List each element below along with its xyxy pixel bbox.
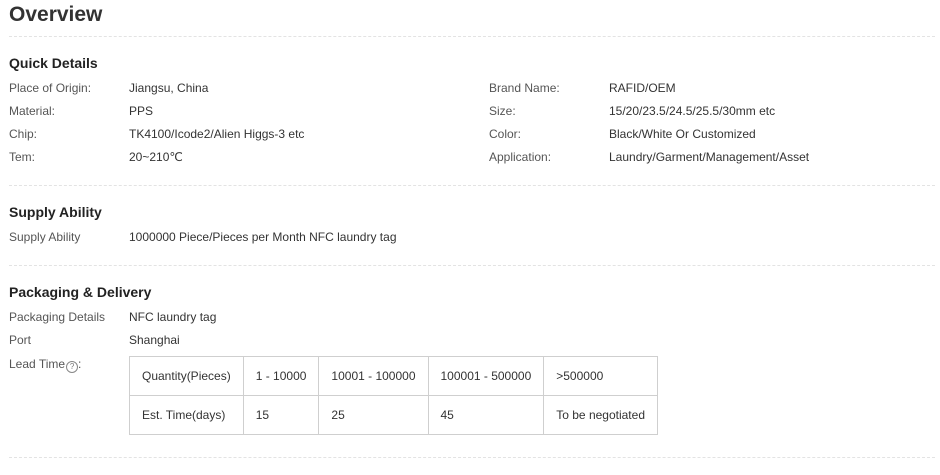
table-cell: 45 — [427, 395, 545, 435]
product-overview: Overview Quick Details Place of Origin: … — [0, 0, 940, 475]
label-chip: Chip: — [9, 127, 38, 141]
label-size: Size: — [489, 104, 516, 118]
table-cell: To be negotiated — [543, 395, 658, 435]
lead-time-text: Lead Time — [9, 357, 66, 371]
label-supply-ability: Supply Ability — [9, 230, 81, 244]
divider — [9, 265, 935, 266]
table-row: Est. Time(days) 15 25 45 To be negotiate… — [129, 395, 658, 435]
value-application: Laundry/Garment/Management/Asset — [609, 150, 810, 164]
section-title-packaging-delivery: Packaging & Delivery — [9, 284, 152, 300]
label-place-of-origin: Place of Origin: — [9, 81, 92, 95]
label-brand-name: Brand Name: — [489, 81, 560, 95]
table-cell: 100001 - 500000 — [427, 356, 545, 396]
label-packaging-details: Packaging Details — [9, 310, 106, 324]
label-port: Port — [9, 333, 32, 347]
table-cell: Est. Time(days) — [129, 395, 244, 435]
question-circle-icon[interactable]: ? — [66, 361, 79, 373]
label-application: Application: — [489, 150, 552, 164]
value-material: PPS — [129, 104, 154, 118]
divider — [9, 185, 935, 186]
label-material: Material: — [9, 104, 56, 118]
table-cell: 10001 - 100000 — [318, 356, 429, 396]
value-brand-name: RAFID/OEM — [609, 81, 676, 95]
value-color: Black/White Or Customized — [609, 127, 756, 141]
table-cell: >500000 — [543, 356, 658, 396]
value-size: 15/20/23.5/24.5/25.5/30mm etc — [609, 104, 776, 118]
page-title: Overview — [9, 3, 103, 26]
table-row: Quantity(Pieces) 1 - 10000 10001 - 10000… — [129, 356, 658, 396]
value-place-of-origin: Jiangsu, China — [129, 81, 209, 95]
value-supply-ability: 1000000 Piece/Pieces per Month NFC laund… — [129, 230, 397, 244]
divider — [9, 36, 935, 37]
section-title-quick-details: Quick Details — [9, 55, 98, 71]
label-color: Color: — [489, 127, 522, 141]
label-temperature: Tem: — [9, 150, 36, 164]
value-packaging-details: NFC laundry tag — [129, 310, 217, 324]
table-cell: 1 - 10000 — [242, 356, 320, 396]
section-title-supply-ability: Supply Ability — [9, 204, 102, 220]
lead-time-colon: : — [78, 357, 82, 371]
lead-time-table: Quantity(Pieces) 1 - 10000 10001 - 10000… — [129, 356, 658, 435]
table-cell: 25 — [318, 395, 429, 435]
value-port: Shanghai — [129, 333, 180, 347]
table-cell: Quantity(Pieces) — [129, 356, 244, 396]
table-cell: 15 — [242, 395, 320, 435]
value-temperature: 20~210℃ — [129, 150, 183, 164]
divider — [9, 457, 935, 458]
label-lead-time: Lead Time?: — [9, 357, 81, 373]
value-chip: TK4100/Icode2/Alien Higgs-3 etc — [129, 127, 305, 141]
